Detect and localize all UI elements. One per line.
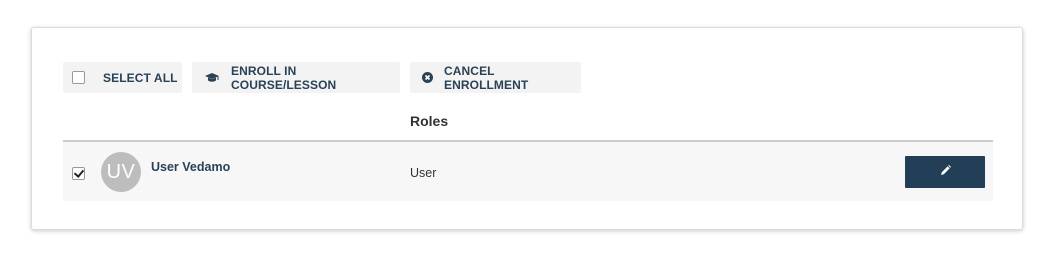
- select-all-button[interactable]: SELECT ALL: [63, 62, 182, 93]
- cancel-enrollment-label: CANCEL ENROLLMENT: [444, 63, 529, 92]
- pencil-icon: [940, 163, 951, 181]
- table-row: UV User Vedamo User: [63, 142, 993, 201]
- role-cell: User: [410, 166, 437, 180]
- cancel-enrollment-button[interactable]: CANCEL ENROLLMENT: [410, 62, 581, 93]
- select-all-label: SELECT ALL: [103, 70, 178, 85]
- toolbar: SELECT ALL ENROLL IN COURSE/LESSON CANCE…: [63, 62, 581, 93]
- graduation-cap-icon: [205, 72, 219, 84]
- select-all-checkbox[interactable]: [72, 71, 85, 84]
- circle-x-icon: [422, 72, 433, 83]
- avatar: UV: [101, 152, 141, 192]
- edit-button[interactable]: [905, 156, 985, 188]
- enroll-label: ENROLL IN COURSE/LESSON: [231, 63, 337, 92]
- enroll-button[interactable]: ENROLL IN COURSE/LESSON: [192, 62, 400, 93]
- row-select-checkbox[interactable]: [72, 167, 85, 180]
- enrollment-panel: SELECT ALL ENROLL IN COURSE/LESSON CANCE…: [31, 27, 1023, 230]
- user-name[interactable]: User Vedamo: [151, 160, 230, 174]
- roles-column-header: Roles: [410, 113, 449, 129]
